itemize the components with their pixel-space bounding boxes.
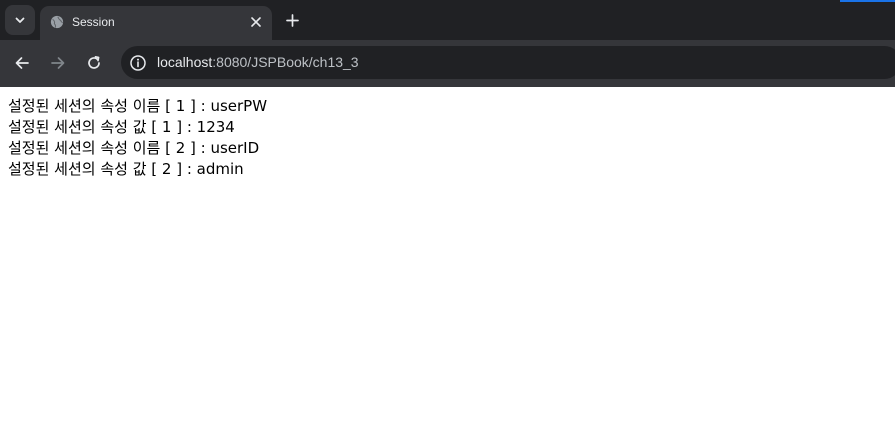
session-attribute-line: 설정된 세션의 속성 값 [ 2 ] : admin <box>8 160 244 178</box>
forward-button[interactable] <box>45 50 71 76</box>
tab-title: Session <box>72 15 115 29</box>
session-attribute-line: 설정된 세션의 속성 이름 [ 2 ] : userID <box>8 139 260 157</box>
close-icon[interactable] <box>246 12 266 32</box>
tab-search-button[interactable] <box>5 5 35 35</box>
globe-icon <box>50 15 64 29</box>
tab-strip: Session <box>0 0 895 40</box>
session-attribute-line: 설정된 세션의 속성 값 [ 1 ] : 1234 <box>8 118 235 136</box>
address-bar[interactable]: localhost:8080/JSPBook/ch13_3 <box>121 46 895 79</box>
close-glyph <box>251 17 261 27</box>
page-content: 설정된 세션의 속성 이름 [ 1 ] : userPW 설정된 세션의 속성 … <box>8 96 888 180</box>
info-icon[interactable] <box>129 54 147 72</box>
tab-session[interactable]: Session <box>40 6 272 40</box>
back-button[interactable] <box>9 50 35 76</box>
plus-icon <box>285 13 299 27</box>
browser-toolbar: localhost:8080/JSPBook/ch13_3 <box>0 40 895 87</box>
chevron-down-icon <box>15 17 25 23</box>
new-tab-button[interactable] <box>280 8 304 32</box>
url-text[interactable]: localhost:8080/JSPBook/ch13_3 <box>157 54 359 71</box>
window-accent <box>840 0 895 2</box>
url-host: localhost <box>157 54 213 70</box>
arrow-right-icon <box>51 57 65 69</box>
reload-button[interactable] <box>81 50 107 76</box>
session-attribute-line: 설정된 세션의 속성 이름 [ 1 ] : userPW <box>8 97 268 115</box>
url-path: :8080/JSPBook/ch13_3 <box>212 54 359 70</box>
reload-icon <box>88 55 100 69</box>
arrow-left-icon <box>15 57 29 69</box>
